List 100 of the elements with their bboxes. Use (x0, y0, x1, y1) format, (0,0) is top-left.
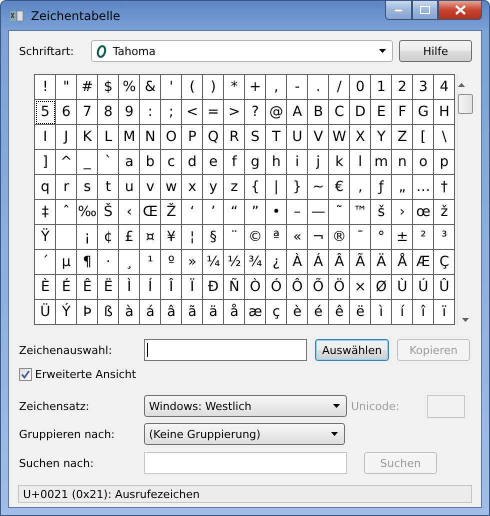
character-cell[interactable]: × (350, 275, 371, 300)
character-cell[interactable]: q (35, 175, 56, 200)
character-cell[interactable]: & (140, 75, 161, 100)
character-cell[interactable]: 7 (77, 100, 98, 125)
character-cell[interactable]: è (287, 300, 308, 325)
character-cell[interactable]: å (224, 300, 245, 325)
character-cell[interactable]: À (287, 250, 308, 275)
character-cell[interactable]: | (266, 175, 287, 200)
character-cell[interactable]: s (77, 175, 98, 200)
character-cell[interactable]: Ä (371, 250, 392, 275)
character-cell[interactable]: ¦ (182, 225, 203, 250)
character-cell[interactable]: ‡ (35, 200, 56, 225)
character-cell[interactable]: Ù (392, 275, 413, 300)
character-cell[interactable]: ‹ (119, 200, 140, 225)
character-cell[interactable]: K (77, 125, 98, 150)
character-cell[interactable]: 6 (56, 100, 77, 125)
font-dropdown[interactable]: Tahoma (90, 40, 394, 62)
character-cell[interactable]: î (413, 300, 434, 325)
character-cell[interactable]: à (119, 300, 140, 325)
character-cell[interactable]: * (224, 75, 245, 100)
character-cell[interactable]: - (287, 75, 308, 100)
character-cell[interactable]: Ê (77, 275, 98, 300)
character-cell[interactable]: § (203, 225, 224, 250)
character-cell[interactable]: f (224, 150, 245, 175)
character-cell[interactable]: º (161, 250, 182, 275)
character-cell[interactable]: b (140, 150, 161, 175)
character-cell[interactable]: O (161, 125, 182, 150)
character-cell[interactable]: F (392, 100, 413, 125)
character-cell[interactable]: – (287, 200, 308, 225)
character-cell[interactable]: ? (245, 100, 266, 125)
character-cell[interactable]: ¼ (203, 250, 224, 275)
character-cell[interactable]: ´ (35, 250, 56, 275)
character-cell[interactable]: ^ (56, 150, 77, 175)
character-cell[interactable]: Z (392, 125, 413, 150)
scroll-up-icon[interactable] (458, 83, 465, 87)
close-button[interactable] (438, 1, 482, 20)
character-cell[interactable]: R (224, 125, 245, 150)
character-cell[interactable]: X (350, 125, 371, 150)
character-cell[interactable]: D (350, 100, 371, 125)
character-cell[interactable]: ¥ (161, 225, 182, 250)
character-cell[interactable]: Á (308, 250, 329, 275)
character-cell[interactable]: T (266, 125, 287, 150)
character-cell[interactable]: Y (371, 125, 392, 150)
character-cell[interactable]: © (245, 225, 266, 250)
character-cell[interactable]: ë (350, 300, 371, 325)
scroll-thumb[interactable] (458, 94, 473, 114)
character-cell[interactable]: ‰ (77, 200, 98, 225)
character-cell[interactable]: E (371, 100, 392, 125)
character-cell[interactable]: ž (434, 200, 455, 225)
character-cell[interactable]: v (140, 175, 161, 200)
character-cell[interactable]: , (266, 75, 287, 100)
character-cell[interactable]: a (119, 150, 140, 175)
character-cell[interactable]: š (371, 200, 392, 225)
character-cell[interactable]: … (413, 175, 434, 200)
character-cell[interactable]: ê (329, 300, 350, 325)
character-cell[interactable]: 4 (434, 75, 455, 100)
character-cell[interactable]: Í (140, 275, 161, 300)
character-cell[interactable]: Ó (266, 275, 287, 300)
character-cell[interactable]: x (182, 175, 203, 200)
character-cell[interactable]: { (245, 175, 266, 200)
character-cell[interactable]: ˆ (56, 200, 77, 225)
character-cell[interactable]: p (434, 150, 455, 175)
character-cell[interactable]: } (287, 175, 308, 200)
character-cell[interactable]: Ë (98, 275, 119, 300)
character-cell[interactable]: ¹ (140, 250, 161, 275)
character-cell[interactable]: z (224, 175, 245, 200)
character-cell[interactable]: V (308, 125, 329, 150)
search-field[interactable] (144, 452, 347, 474)
character-cell[interactable]: : (140, 100, 161, 125)
charset-dropdown[interactable]: Windows: Westlich (144, 395, 347, 417)
character-cell[interactable]: Æ (413, 250, 434, 275)
character-cell[interactable]: ; (161, 100, 182, 125)
character-cell[interactable]: 2 (392, 75, 413, 100)
character-cell[interactable]: í (392, 300, 413, 325)
character-cell[interactable]: Î (161, 275, 182, 300)
character-cell[interactable]: › (392, 200, 413, 225)
character-cell[interactable]: _ (77, 150, 98, 175)
character-cell[interactable]: £ (119, 225, 140, 250)
character-cell[interactable]: A (287, 100, 308, 125)
character-cell[interactable]: ` (98, 150, 119, 175)
character-cell[interactable]: 8 (98, 100, 119, 125)
character-cell[interactable]: B (308, 100, 329, 125)
character-cell[interactable]: « (287, 225, 308, 250)
character-cell[interactable]: h (266, 150, 287, 175)
character-cell[interactable]: Ã (350, 250, 371, 275)
character-cell[interactable]: ) (203, 75, 224, 100)
character-cell[interactable]: m (371, 150, 392, 175)
character-cell[interactable]: Ç (434, 250, 455, 275)
character-cell[interactable]: 5 (35, 100, 56, 125)
character-cell[interactable]: ª (266, 225, 287, 250)
character-cell[interactable]: ™ (350, 200, 371, 225)
character-cell[interactable]: i (287, 150, 308, 175)
select-button[interactable]: Auswählen (315, 339, 389, 361)
character-cell[interactable]: È (35, 275, 56, 300)
character-cell[interactable]: ³ (434, 225, 455, 250)
character-cell[interactable]: ' (161, 75, 182, 100)
character-cell[interactable]: Ñ (224, 275, 245, 300)
character-cell[interactable]: Ì (119, 275, 140, 300)
character-cell[interactable]: % (119, 75, 140, 100)
character-cell[interactable]: o (413, 150, 434, 175)
